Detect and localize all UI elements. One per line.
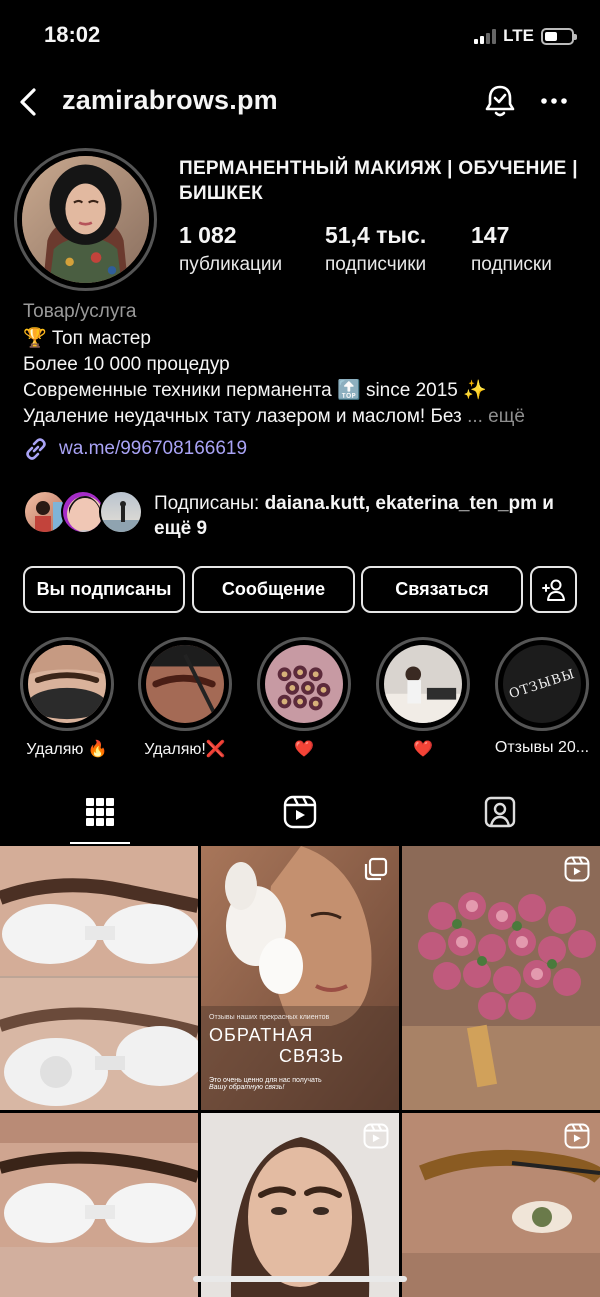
highlight-salon-photo — [384, 645, 462, 723]
post-thumbnail[interactable] — [402, 846, 600, 1110]
reviews-logo-text: ОТЗЫВЫ — [507, 666, 577, 702]
avatar — [22, 156, 149, 283]
highlight-ring — [138, 637, 232, 731]
link-icon — [26, 438, 46, 460]
back-arrow-icon[interactable] — [14, 84, 46, 120]
avatar-ring[interactable] — [14, 148, 157, 291]
highlight-item[interactable]: ОТЗЫВЫ Отзывы 20... — [494, 637, 590, 757]
message-button[interactable]: Сообщение — [192, 566, 355, 613]
post-overlay-body1: Это очень ценно для нас получать — [209, 1077, 322, 1084]
post-thumbnail[interactable] — [201, 1113, 399, 1297]
highlight-label: ❤️ — [294, 741, 314, 758]
stat-posts[interactable]: 1 082 публикации — [179, 222, 282, 276]
stat-followers-label: подписчики — [325, 254, 427, 275]
signal-icon — [474, 28, 497, 44]
follower-avatar — [99, 490, 143, 534]
highlight-item[interactable]: Удаляю!❌ — [137, 637, 233, 759]
profile-username: zamirabrows.pm — [62, 85, 278, 115]
tab-reels[interactable] — [200, 780, 400, 844]
stat-following-label: подписки — [471, 254, 552, 275]
highlight-item[interactable]: ❤️ — [256, 637, 352, 759]
stat-followers-value: 51,4 тыс. — [325, 222, 427, 248]
suggested-users-button[interactable] — [530, 566, 577, 613]
posts-grid: Отзывы наших прекрасных клиентов ОБРАТНА… — [0, 846, 600, 1297]
notification-bell-icon[interactable] — [482, 82, 518, 120]
highlight-eyebrow-work-photo — [146, 645, 224, 723]
bio-line: Современные техники перманента 🔝 since 2… — [23, 380, 487, 401]
followed-by-users[interactable]: daiana.kutt, ekaterina_ten_pm — [265, 493, 537, 514]
stat-following[interactable]: 147 подписки — [471, 222, 552, 276]
stat-posts-label: публикации — [179, 254, 283, 275]
highlight-label: Удаляю 🔥 — [26, 741, 108, 758]
active-tab-indicator — [70, 842, 130, 844]
contact-button[interactable]: Связаться — [361, 566, 523, 613]
highlight-eyebrow-photo — [28, 645, 106, 723]
bio-more-link[interactable]: ... ещё — [467, 406, 525, 427]
profile-bio: 🏆 Топ мастер Более 10 000 процедур Совре… — [23, 326, 583, 430]
post-overlay-sub: Отзывы наших прекрасных клиентов — [209, 1014, 330, 1021]
tab-tagged[interactable] — [400, 780, 600, 844]
profile-header: zamirabrows.pm — [0, 78, 600, 126]
highlight-ring — [257, 637, 351, 731]
profile-link[interactable]: wa.me/996708166619 — [23, 436, 247, 462]
post-text-overlay: Отзывы наших прекрасных клиентов ОБРАТНА… — [209, 1014, 393, 1091]
stat-followers[interactable]: 51,4 тыс. подписчики — [325, 222, 426, 276]
post-overlay-title1: ОБРАТНАЯ — [209, 1025, 314, 1045]
highlight-ring: ОТЗЫВЫ — [495, 637, 589, 731]
home-indicator[interactable] — [193, 1276, 407, 1282]
reels-icon — [363, 1123, 389, 1149]
highlight-ring — [20, 637, 114, 731]
profile-tabs — [0, 780, 600, 844]
reels-icon — [564, 1123, 590, 1149]
add-person-icon — [541, 579, 565, 601]
more-options-icon[interactable] — [537, 84, 571, 118]
highlight-label: ❤️ — [413, 741, 433, 758]
tagged-icon — [484, 796, 516, 828]
following-button[interactable]: Вы подписаны — [23, 566, 185, 613]
tab-posts-grid[interactable] — [0, 780, 200, 844]
post-thumbnail[interactable] — [0, 846, 198, 1110]
highlight-item[interactable]: ❤️ — [375, 637, 471, 759]
status-time: 18:02 — [44, 22, 101, 47]
status-bar: 18:02 LTE — [0, 0, 600, 70]
profile-category: Товар/услуга — [23, 301, 137, 322]
highlight-ring — [376, 637, 470, 731]
stat-following-value: 147 — [471, 222, 510, 248]
profile-link-text: wa.me/996708166619 — [59, 438, 248, 459]
reels-icon — [564, 856, 590, 882]
bio-line-last: Удаление неудачных тату лазером и маслом… — [23, 404, 583, 430]
highlight-label: Отзывы 20... — [494, 739, 590, 756]
highlight-flowers-photo — [265, 645, 343, 723]
followed-by-prefix: Подписаны: — [154, 493, 260, 514]
network-label: LTE — [503, 26, 534, 45]
bio-line: 🏆 Топ мастер — [23, 328, 151, 349]
bio-line: Удаление неудачных тату лазером и маслом… — [23, 406, 462, 427]
bio-line: Более 10 000 процедур — [23, 354, 230, 375]
profile-display-name: ПЕРМАНЕНТНЫЙ МАКИЯЖ | ОБУЧЕНИЕ | БИШКЕК — [179, 158, 578, 204]
post-thumbnail[interactable] — [0, 1113, 198, 1297]
post-thumbnail[interactable]: Отзывы наших прекрасных клиентов ОБРАТНА… — [201, 846, 399, 1110]
highlight-label: Удаляю!❌ — [144, 741, 226, 758]
carousel-icon — [364, 857, 388, 881]
highlight-item[interactable]: Удаляю 🔥 — [19, 637, 115, 759]
post-overlay-title2: СВЯЗЬ — [279, 1046, 345, 1066]
battery-icon — [541, 27, 577, 45]
post-overlay-body2: Вашу обратную связь! — [209, 1084, 285, 1091]
grid-icon — [86, 798, 114, 826]
stat-posts-value: 1 082 — [179, 222, 237, 248]
status-indicators: LTE — [474, 26, 577, 46]
reels-icon — [283, 795, 317, 829]
highlight-reviews-logo: ОТЗЫВЫ — [503, 645, 581, 723]
post-thumbnail[interactable] — [402, 1113, 600, 1297]
followed-by-text: Подписаны: daiana.kutt, ekaterina_ten_pm… — [154, 491, 584, 541]
